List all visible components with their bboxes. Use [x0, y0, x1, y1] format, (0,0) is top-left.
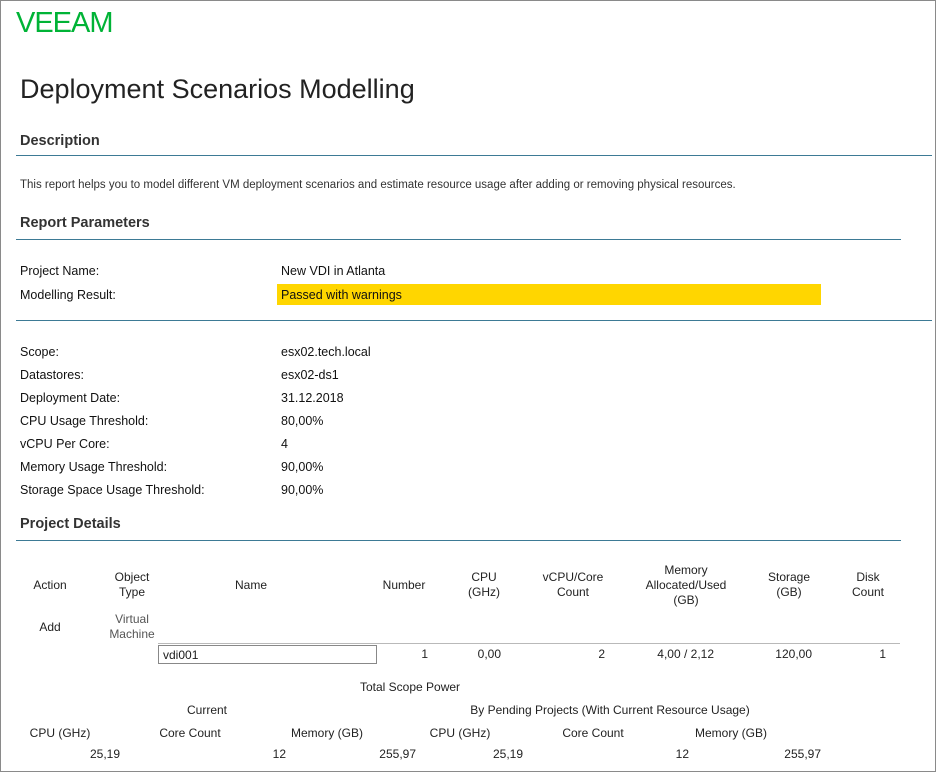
col-storage-2: (GB)	[776, 585, 802, 599]
current-cores-header: Core Count	[159, 726, 221, 740]
vm-cpu: 0,00	[477, 647, 501, 661]
col-object-type-2: Type	[118, 585, 145, 599]
col-vcpu-1: vCPU/Core	[542, 570, 604, 584]
project-details-heading: Project Details	[20, 516, 121, 532]
param-value: 90,00%	[281, 460, 324, 474]
col-cpu-2: (GHz)	[468, 585, 500, 599]
group-type-1: Virtual	[115, 612, 149, 626]
project-name-value: New VDI in Atlanta	[281, 264, 386, 278]
param-value: esx02.tech.local	[281, 345, 371, 359]
col-memory-1: Memory	[664, 563, 708, 577]
current-cores-value: 12	[272, 747, 286, 761]
col-object-type-1: Object	[114, 570, 150, 584]
parameters-divider	[16, 239, 901, 240]
current-cpu-header: CPU (GHz)	[29, 726, 91, 740]
param-value: 80,00%	[281, 414, 324, 428]
param-label: Scope:	[20, 345, 59, 359]
col-action: Action	[33, 578, 67, 592]
parameters-subdivider	[16, 320, 932, 321]
param-value: 90,00%	[281, 483, 324, 497]
vm-storage: 120,00	[775, 647, 812, 661]
param-label: vCPU Per Core:	[20, 437, 110, 451]
vm-disk: 1	[879, 647, 886, 661]
vm-memory: 4,00 / 2,12	[657, 647, 714, 661]
row-divider	[158, 643, 900, 644]
col-vcpu-2: Count	[556, 585, 590, 599]
param-label: Datastores:	[20, 368, 84, 382]
col-memory-2: Allocated/Used	[645, 578, 727, 592]
vm-number: 1	[421, 647, 428, 661]
param-value: 31.12.2018	[281, 391, 344, 405]
col-name: Name	[234, 578, 267, 592]
param-label: Deployment Date:	[20, 391, 121, 405]
modelling-result-label: Modelling Result:	[20, 288, 116, 302]
svg-text:VEEAM: VEEAM	[16, 8, 113, 38]
param-label: Storage Space Usage Threshold:	[20, 483, 205, 497]
current-cpu-value: 25,19	[89, 747, 120, 761]
group-action: Add	[39, 620, 61, 634]
col-storage-1: Storage	[767, 570, 811, 584]
param-label: Memory Usage Threshold:	[20, 460, 168, 474]
group-type-2: Machine	[109, 627, 155, 641]
param-label: CPU Usage Threshold:	[20, 414, 149, 428]
current-label: Current	[186, 703, 227, 717]
pending-cpu-header: CPU (GHz)	[429, 726, 491, 740]
current-memory-header: Memory (GB)	[291, 726, 363, 740]
col-disk-2: Count	[851, 585, 885, 599]
param-value: esx02-ds1	[281, 368, 339, 382]
pending-cores-header: Core Count	[562, 726, 624, 740]
pending-cores-value: 12	[675, 747, 689, 761]
description-divider	[16, 155, 932, 156]
pending-memory-header: Memory (GB)	[695, 726, 767, 740]
report-title: Deployment Scenarios Modelling	[20, 74, 415, 104]
pending-cpu-value: 25,19	[492, 747, 523, 761]
description-heading: Description	[20, 133, 100, 149]
project-name-label: Project Name:	[20, 264, 100, 278]
col-disk-1: Disk	[856, 570, 880, 584]
vm-name: vdi001	[163, 648, 199, 662]
pending-memory-value: 255,97	[784, 747, 821, 761]
col-number: Number	[382, 578, 426, 592]
col-memory-3: (GB)	[673, 593, 699, 607]
vm-vcpu: 2	[598, 647, 605, 661]
veeam-logo: VEEAM	[16, 8, 114, 38]
project-details-divider	[16, 540, 901, 541]
total-scope-power-title: Total Scope Power	[359, 680, 461, 694]
current-memory-value: 255,97	[379, 747, 416, 761]
param-value: 4	[281, 437, 288, 451]
description-text: This report helps you to model different…	[20, 179, 736, 191]
pending-label: By Pending Projects (With Current Resour…	[470, 703, 750, 717]
col-cpu-1: CPU	[471, 570, 497, 584]
parameters-heading: Report Parameters	[20, 215, 150, 231]
modelling-result-value: Passed with warnings	[281, 288, 402, 302]
